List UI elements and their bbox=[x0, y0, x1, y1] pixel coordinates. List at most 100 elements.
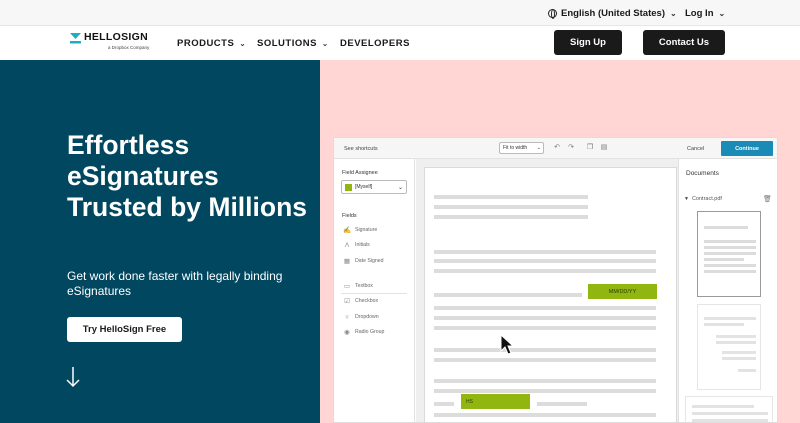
logo-subtext: a Dropbox Company bbox=[108, 45, 150, 50]
copy-icon[interactable]: ❐ bbox=[586, 143, 594, 152]
text-line bbox=[434, 293, 582, 297]
arrow-down-icon[interactable] bbox=[64, 365, 82, 389]
logo-text: HELLOSIGN bbox=[84, 31, 148, 43]
text-line bbox=[434, 250, 656, 254]
text-line bbox=[434, 195, 588, 199]
field-radio-group[interactable]: ◉ Radio Group bbox=[343, 327, 384, 337]
thumbnail-line bbox=[704, 252, 756, 255]
hero-title: Effortless eSignatures Trusted by Millio… bbox=[67, 130, 308, 222]
field-dropdown[interactable]: ▿ Dropdown bbox=[343, 312, 379, 322]
dropdown-icon: ▿ bbox=[345, 314, 349, 321]
zoom-select[interactable]: Fit to width ⌄ bbox=[499, 142, 544, 154]
continue-button[interactable]: Continue bbox=[721, 141, 773, 156]
text-line bbox=[434, 306, 656, 310]
page-thumbnail-3[interactable] bbox=[685, 396, 773, 422]
text-line bbox=[434, 413, 656, 417]
chevron-down-icon: ⌄ bbox=[536, 145, 541, 151]
date-signed-field[interactable]: MM/DD/YY bbox=[588, 284, 657, 299]
field-label: Date Signed bbox=[355, 258, 384, 264]
hellosign-logo[interactable]: HELLOSIGN a Dropbox Company bbox=[70, 31, 149, 50]
initials-icon: Ʌ bbox=[344, 241, 350, 249]
undo-icon[interactable]: ↶ bbox=[553, 143, 561, 152]
field-checkbox[interactable]: ☑ Checkbox bbox=[343, 296, 378, 306]
main-nav: HELLOSIGN a Dropbox Company PRODUCTS ⌄ S… bbox=[0, 26, 800, 60]
field-label: Textbox bbox=[355, 283, 373, 289]
language-label: English (United States) bbox=[561, 7, 665, 19]
text-line bbox=[434, 269, 656, 273]
cancel-button[interactable]: Cancel bbox=[687, 138, 704, 159]
chevron-down-icon: ⌄ bbox=[669, 8, 677, 18]
thumbnail-line bbox=[704, 264, 756, 267]
text-line bbox=[434, 316, 656, 320]
file-name: Contract.pdf bbox=[691, 196, 722, 202]
thumbnail-line bbox=[716, 335, 756, 338]
field-initials[interactable]: Ʌ Initials bbox=[343, 240, 370, 250]
thumbnail-line bbox=[704, 323, 744, 326]
fields-divider bbox=[341, 293, 407, 294]
assignee-color-swatch bbox=[345, 183, 352, 191]
nav-solutions-label: SOLUTIONS bbox=[257, 37, 317, 49]
thumbnail-line bbox=[704, 270, 756, 273]
text-line bbox=[434, 259, 656, 263]
document-file-item[interactable]: ▼ Contract.pdf bbox=[684, 196, 722, 202]
chevron-down-icon: ⌄ bbox=[718, 8, 726, 18]
thumbnail-line bbox=[704, 240, 756, 243]
nav-developers[interactable]: DEVELOPERS bbox=[340, 26, 410, 60]
field-date-signed[interactable]: ▦ Date Signed bbox=[343, 256, 384, 266]
field-label: Signature bbox=[355, 227, 378, 233]
textbox-icon: ▭ bbox=[343, 283, 351, 290]
login-label: Log In bbox=[685, 7, 714, 19]
checkbox-icon: ☑ bbox=[344, 298, 350, 305]
chevron-down-icon: ⌄ bbox=[239, 38, 247, 48]
document-page[interactable]: MM/DD/YY HS bbox=[424, 167, 677, 422]
document-canvas: MM/DD/YY HS bbox=[416, 159, 678, 422]
initials-field[interactable]: HS bbox=[461, 394, 530, 409]
calendar-icon: ▦ bbox=[343, 258, 351, 265]
try-free-button[interactable]: Try HelloSign Free bbox=[67, 317, 182, 342]
assignee-value: [Myself] bbox=[355, 184, 373, 190]
text-line bbox=[434, 215, 588, 219]
triangle-down-icon: ▼ bbox=[684, 196, 689, 202]
thumbnail-line bbox=[704, 246, 756, 249]
assignee-select[interactable]: [Myself] ⌄ bbox=[341, 180, 407, 194]
field-textbox[interactable]: ▭ Textbox bbox=[343, 281, 373, 291]
nav-developers-label: DEVELOPERS bbox=[340, 37, 410, 49]
contact-us-button[interactable]: Contact Us bbox=[643, 30, 725, 55]
globe-icon bbox=[548, 8, 557, 19]
documents-panel: Documents ▼ Contract.pdf 🗑 bbox=[678, 159, 777, 422]
see-shortcuts-link[interactable]: See shortcuts bbox=[344, 138, 378, 159]
radio-icon: ◉ bbox=[344, 329, 350, 336]
language-selector[interactable]: English (United States) ⌄ bbox=[548, 0, 677, 26]
utility-bar: English (United States) ⌄ Log In ⌄ bbox=[0, 0, 800, 26]
signature-icon: ✍ bbox=[343, 227, 352, 234]
field-label: Dropdown bbox=[355, 314, 379, 320]
thumbnail-line bbox=[722, 351, 756, 354]
hellosign-logo-icon bbox=[70, 33, 81, 44]
clipboard-icon[interactable]: ▤ bbox=[600, 143, 608, 152]
text-line bbox=[434, 358, 656, 362]
page-thumbnail-2[interactable] bbox=[697, 304, 761, 390]
thumbnail-line bbox=[704, 226, 748, 229]
field-label: Radio Group bbox=[355, 329, 385, 335]
nav-products[interactable]: PRODUCTS ⌄ bbox=[177, 26, 246, 60]
nav-solutions[interactable]: SOLUTIONS ⌄ bbox=[257, 26, 329, 60]
trash-icon[interactable]: 🗑 bbox=[763, 195, 772, 203]
thumbnail-line bbox=[704, 317, 756, 320]
page-thumbnail-1[interactable] bbox=[697, 211, 761, 297]
field-label: Initials bbox=[355, 242, 370, 248]
thumbnail-line bbox=[738, 369, 756, 372]
nav-products-label: PRODUCTS bbox=[177, 37, 235, 49]
fields-label: Fields bbox=[342, 213, 357, 219]
thumbnail-line bbox=[692, 419, 768, 422]
thumbnail-line bbox=[692, 405, 754, 408]
text-line bbox=[434, 389, 656, 393]
redo-icon[interactable]: ↷ bbox=[567, 143, 575, 152]
login-menu[interactable]: Log In ⌄ bbox=[685, 0, 725, 26]
field-signature[interactable]: ✍ Signature bbox=[343, 225, 377, 235]
thumbnail-line bbox=[722, 357, 756, 360]
text-line bbox=[434, 402, 454, 406]
field-label: Checkbox bbox=[355, 298, 379, 304]
signup-button[interactable]: Sign Up bbox=[554, 30, 622, 55]
text-line bbox=[537, 402, 587, 406]
documents-label: Documents bbox=[686, 170, 719, 177]
